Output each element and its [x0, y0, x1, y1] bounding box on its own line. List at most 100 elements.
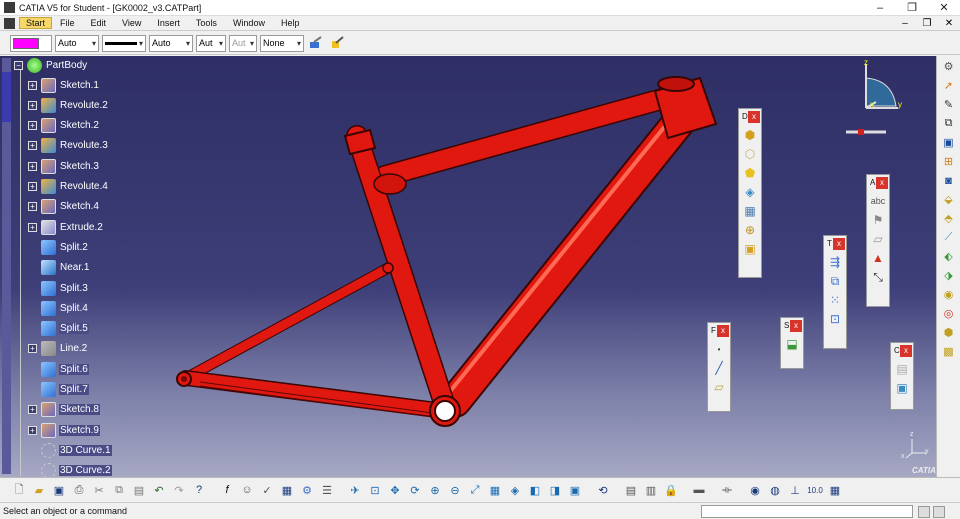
- catalog-browser-icon[interactable]: ▤: [622, 481, 640, 499]
- sphere-icon[interactable]: ◍: [766, 481, 784, 499]
- new-file-icon[interactable]: 🗋: [10, 481, 28, 499]
- floating-toolbar-c[interactable]: Cx ▤ ▣: [890, 342, 914, 410]
- catalog-icon[interactable]: ▤: [894, 361, 910, 377]
- expand-toggle[interactable]: +: [28, 161, 37, 171]
- expand-toggle[interactable]: +: [28, 141, 37, 151]
- render-icon[interactable]: ▲: [870, 250, 886, 266]
- expand-toggle[interactable]: +: [28, 202, 37, 212]
- status-button-2[interactable]: [933, 506, 945, 518]
- floating-toolbar-a[interactable]: Ax abc ⚑ ▱ ▲ ⤡: [866, 174, 890, 307]
- tree-item[interactable]: + Sketch.1: [28, 76, 100, 94]
- flag-note-icon[interactable]: ⚑: [870, 212, 886, 228]
- tree-item[interactable]: Split.2: [28, 238, 89, 256]
- normal-view-icon[interactable]: ⤢: [466, 481, 484, 499]
- check-icon[interactable]: ✓: [258, 481, 276, 499]
- tree-scrollbar-thumb[interactable]: [2, 72, 11, 122]
- point-icon[interactable]: •: [711, 341, 727, 357]
- fill-color-select[interactable]: [10, 34, 52, 52]
- update-icon[interactable]: ⟲: [594, 481, 612, 499]
- floating-toolbar-f[interactable]: Fx • ╱ ▱: [707, 322, 731, 412]
- expand-toggle[interactable]: −: [14, 60, 23, 70]
- expand-toggle[interactable]: +: [28, 222, 37, 232]
- tree-expand-icon[interactable]: ☰: [318, 481, 336, 499]
- menu-tools[interactable]: Tools: [188, 18, 225, 28]
- pattern-icon[interactable]: ⁙: [827, 292, 843, 308]
- layer-select[interactable]: None ▾: [260, 34, 304, 52]
- macro-icon[interactable]: ⚙: [298, 481, 316, 499]
- swap-space-icon[interactable]: ▣: [566, 481, 584, 499]
- render-style-icon[interactable]: ⬢: [940, 324, 958, 341]
- specification-tree[interactable]: − PartBody + Sketch.1 + Revolute.2 + Sketch.2 + R…: [0, 56, 120, 477]
- tree-item[interactable]: + Sketch.8: [28, 401, 100, 419]
- annotation-text-icon[interactable]: abc: [870, 193, 886, 209]
- expand-toggle[interactable]: +: [28, 121, 37, 131]
- capture-icon[interactable]: ▱: [870, 231, 886, 247]
- floating-toolbar-t[interactable]: Tx ⇶ ⧉ ⁙ ⊡: [823, 235, 847, 349]
- 3d-viewport[interactable]: − PartBody + Sketch.1 + Revolute.2 + Sketch.2 + R…: [0, 56, 936, 477]
- target-icon[interactable]: ⊕: [742, 222, 758, 238]
- offset-icon[interactable]: ⬗: [940, 267, 958, 284]
- tree-item[interactable]: Split.4: [28, 299, 89, 317]
- point-type-select[interactable]: Aut ▾: [229, 34, 257, 52]
- expand-toggle[interactable]: +: [28, 100, 37, 110]
- sketcher-icon[interactable]: ⬓: [784, 336, 800, 352]
- expand-toggle[interactable]: +: [28, 182, 37, 191]
- tree-item[interactable]: 3D Curve.1: [28, 441, 112, 459]
- blend-icon[interactable]: ⬖: [940, 248, 958, 265]
- tree-item[interactable]: + Line.2: [28, 340, 88, 358]
- menu-edit[interactable]: Edit: [83, 18, 115, 28]
- box-icon[interactable]: ▬: [690, 481, 708, 499]
- copy-icon[interactable]: ⧉: [110, 481, 128, 499]
- units-icon[interactable]: 10.0: [806, 481, 824, 499]
- tree-item[interactable]: + Revolute.2: [28, 96, 109, 114]
- pan-icon[interactable]: ✥: [386, 481, 404, 499]
- constraint-icon[interactable]: ▣: [894, 380, 910, 396]
- hole-icon[interactable]: ▦: [742, 203, 758, 219]
- expand-toggle[interactable]: +: [28, 344, 37, 354]
- menu-start[interactable]: Start: [19, 17, 53, 29]
- minimize-button[interactable]: –: [864, 0, 896, 16]
- table-icon[interactable]: ▦: [278, 481, 296, 499]
- line-style-select[interactable]: ▾: [102, 34, 146, 52]
- solid-icon[interactable]: ▣: [742, 241, 758, 257]
- maximize-button[interactable]: ❐: [896, 0, 928, 16]
- knowledge-icon[interactable]: ☺: [238, 481, 256, 499]
- grid-icon[interactable]: ▦: [826, 481, 844, 499]
- toolbar-a-close-button[interactable]: x: [876, 176, 888, 189]
- extrude-icon[interactable]: ⬙: [940, 191, 958, 208]
- zoom-out-icon[interactable]: ⊖: [446, 481, 464, 499]
- iso-view-icon[interactable]: ◈: [506, 481, 524, 499]
- floating-toolbar-s[interactable]: Sx ⬓: [780, 317, 804, 369]
- menu-window[interactable]: Window: [225, 18, 273, 28]
- tree-item[interactable]: + Revolute.4: [28, 178, 109, 196]
- open-folder-icon[interactable]: ▰: [30, 481, 48, 499]
- whats-this-icon[interactable]: ?: [190, 481, 208, 499]
- tree-item[interactable]: Split.5: [28, 320, 89, 338]
- scaling-icon[interactable]: ⊡: [827, 311, 843, 327]
- toolbar-f-close-button[interactable]: x: [717, 324, 729, 337]
- tree-item[interactable]: + Sketch.3: [28, 157, 100, 175]
- toolbar-s-close-button[interactable]: x: [790, 319, 802, 332]
- sweep-icon[interactable]: ⟋: [940, 229, 958, 246]
- tree-item[interactable]: Split.7: [28, 381, 89, 399]
- plane-icon[interactable]: ▱: [711, 379, 727, 395]
- gear-icon[interactable]: ⚙: [940, 58, 958, 75]
- line-thickness-select[interactable]: Auto ▾: [149, 34, 193, 52]
- line-type-select[interactable]: Aut ▾: [196, 34, 226, 52]
- doc-maximize-button[interactable]: ❐: [916, 18, 938, 29]
- toolbar-t-close-button[interactable]: x: [833, 237, 845, 250]
- tree-item[interactable]: 3D Curve.2: [28, 462, 112, 477]
- shaft-icon[interactable]: ⬟: [742, 165, 758, 181]
- axis-system-icon[interactable]: ⊞: [940, 153, 958, 170]
- toolbar-d-close-button[interactable]: x: [748, 110, 760, 123]
- groove-icon[interactable]: ◈: [742, 184, 758, 200]
- print-icon[interactable]: ⎙: [70, 481, 88, 499]
- publication-icon[interactable]: ▥: [642, 481, 660, 499]
- close-button[interactable]: ✕: [928, 0, 960, 16]
- floating-toolbar-d[interactable]: Dx ⬢ ⬡ ⬟ ◈ ▦ ⊕ ▣: [738, 108, 762, 278]
- cylinder-icon[interactable]: ◙: [940, 172, 958, 189]
- status-button-1[interactable]: [918, 506, 930, 518]
- paste-icon[interactable]: ▤: [130, 481, 148, 499]
- measure-between-icon[interactable]: ⟛: [718, 481, 736, 499]
- expand-toggle[interactable]: +: [28, 80, 37, 90]
